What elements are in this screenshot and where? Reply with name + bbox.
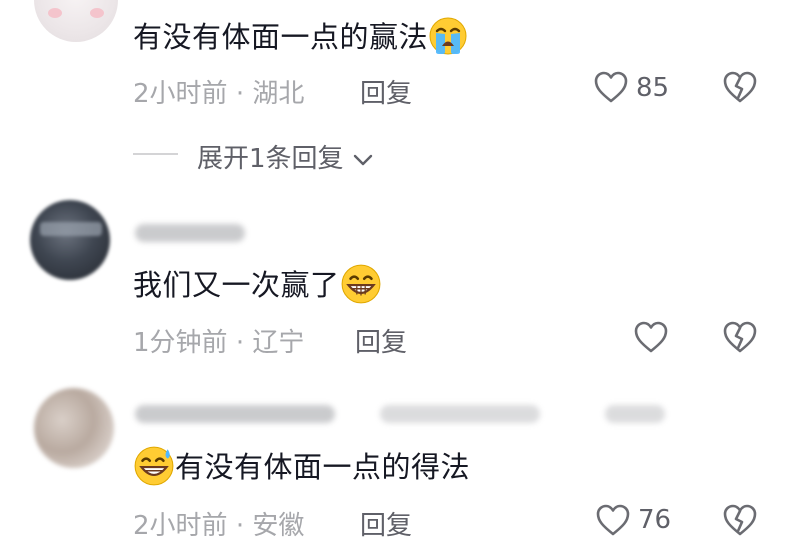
grinning-face-icon [340, 263, 382, 312]
heart-icon [634, 321, 668, 353]
comment-text: 有没有体面一点的赢法 [133, 14, 468, 63]
reply-button[interactable]: 回复 [355, 322, 407, 359]
expand-divider [133, 153, 178, 155]
dislike-button[interactable] [722, 320, 758, 358]
grinning-face-with-sweat-icon [133, 445, 175, 494]
comment-meta: 1分钟前 · 辽宁 [133, 328, 305, 358]
loudly-crying-face-icon [428, 16, 468, 63]
like-count: 85 [636, 73, 670, 103]
broken-heart-icon [723, 321, 757, 353]
comment-text: 有没有体面一点的得法 [133, 444, 470, 494]
username-blurred [605, 405, 665, 423]
like-button[interactable] [595, 503, 631, 541]
chevron-down-icon [353, 154, 373, 165]
comment-meta: 2小时前 · 安徽 [133, 511, 305, 541]
dislike-button[interactable] [722, 70, 758, 108]
avatar[interactable] [34, 0, 118, 42]
comment-meta: 2小时前 · 湖北 [133, 79, 305, 109]
broken-heart-icon [723, 71, 757, 103]
avatar[interactable] [30, 200, 110, 280]
dislike-button[interactable] [722, 503, 758, 541]
like-button[interactable] [593, 70, 629, 108]
heart-icon [596, 504, 630, 536]
reply-button[interactable]: 回复 [360, 505, 412, 542]
comment-text: 我们又一次赢了 [133, 262, 382, 312]
reply-button[interactable]: 回复 [360, 73, 412, 110]
heart-icon [594, 71, 628, 103]
username-blurred [135, 405, 335, 423]
avatar[interactable] [34, 388, 114, 468]
expand-replies-button[interactable]: 展开1条回复 [197, 138, 374, 175]
username-blurred [135, 224, 245, 242]
broken-heart-icon [723, 504, 757, 536]
like-button[interactable] [633, 320, 669, 358]
like-count: 76 [638, 505, 672, 535]
username-blurred [380, 405, 540, 423]
